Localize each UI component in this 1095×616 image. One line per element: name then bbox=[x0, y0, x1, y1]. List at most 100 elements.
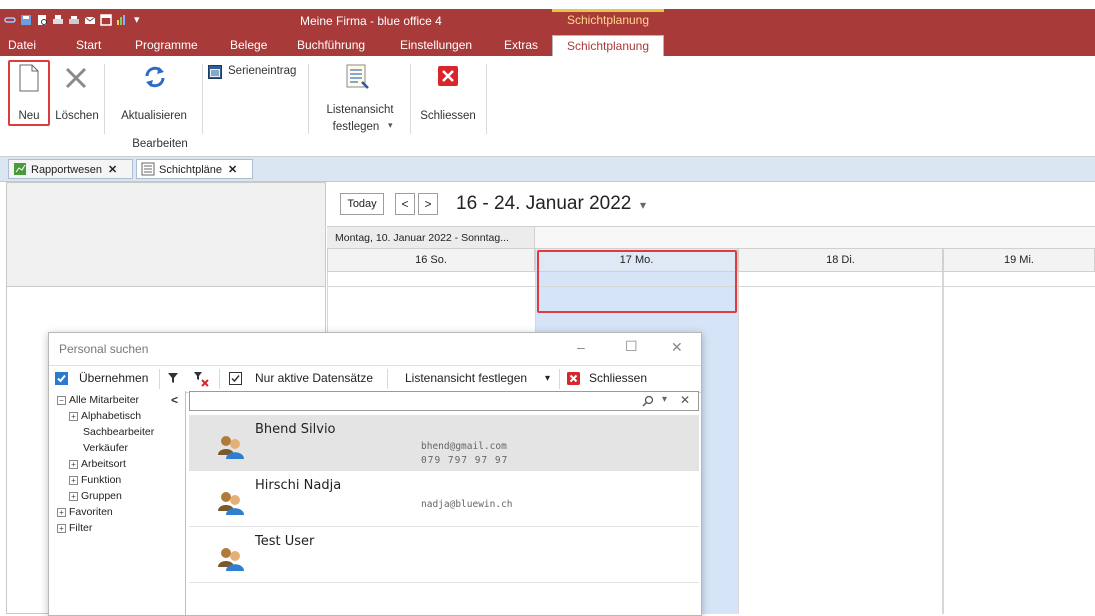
refresh-button-label: Aktualisieren bbox=[121, 110, 187, 122]
tab-extras[interactable]: Extras bbox=[504, 38, 538, 52]
category-tree: < − Alle Mitarbeiter + Alphabetisch Sachbe… bbox=[49, 391, 186, 615]
shift-plan-icon bbox=[141, 162, 155, 176]
toolbar-separator bbox=[559, 369, 560, 389]
ribbon-separator bbox=[308, 64, 309, 134]
tree-item-gruppen[interactable]: + Gruppen bbox=[69, 490, 122, 502]
dialog-close-button[interactable]: Schliessen bbox=[589, 371, 647, 385]
tree-item-alle-mitarbeiter[interactable]: − Alle Mitarbeiter bbox=[57, 394, 139, 406]
expand-icon[interactable]: + bbox=[69, 475, 78, 485]
close-button[interactable]: Schliessen bbox=[416, 62, 480, 128]
tab-einstellungen[interactable]: Einstellungen bbox=[400, 38, 472, 52]
list-view-button[interactable]: Listenansicht festlegen ▾ bbox=[318, 62, 402, 142]
tree-item-label: Gruppen bbox=[81, 490, 122, 502]
list-view-icon bbox=[346, 64, 369, 89]
series-entry-button[interactable]: Serieneintrag bbox=[208, 64, 304, 82]
collapse-icon[interactable]: − bbox=[57, 395, 66, 405]
tree-item-label: Funktion bbox=[81, 474, 122, 486]
tree-item-favoriten[interactable]: + Favoriten bbox=[57, 506, 113, 518]
doc-tab-schichtplaene[interactable]: Schichtpläne ✕ bbox=[136, 159, 253, 179]
tree-item-verkaeufer[interactable]: Verkäufer bbox=[83, 442, 128, 454]
tab-buchfuehrung[interactable]: Buchführung bbox=[297, 38, 365, 52]
print-setup-icon[interactable] bbox=[68, 14, 80, 26]
maximize-icon[interactable]: ☐ bbox=[625, 338, 638, 355]
tree-item-label: Alle Mitarbeiter bbox=[69, 394, 140, 406]
clear-filter-icon[interactable] bbox=[193, 371, 209, 387]
ribbon-separator bbox=[486, 64, 487, 134]
tree-item-arbeitsort[interactable]: + Arbeitsort bbox=[69, 458, 126, 470]
active-only-label[interactable]: Nur aktive Datensätze bbox=[255, 371, 373, 385]
close-icon[interactable]: ✕ bbox=[671, 339, 683, 356]
minimize-icon[interactable]: – bbox=[577, 339, 585, 355]
close-tab-icon[interactable]: ✕ bbox=[228, 164, 237, 176]
search-options-icon[interactable]: ▾ bbox=[662, 394, 667, 405]
period-band bbox=[535, 226, 1095, 248]
expand-icon[interactable]: + bbox=[69, 459, 78, 469]
tree-item-funktion[interactable]: + Funktion bbox=[69, 474, 121, 486]
tree-item-label: Favoriten bbox=[69, 506, 113, 518]
collapse-tree-button[interactable]: < bbox=[171, 393, 178, 407]
search-icon[interactable] bbox=[642, 395, 654, 407]
chevron-left-icon: < bbox=[401, 197, 409, 211]
link-icon[interactable] bbox=[4, 14, 16, 26]
toolbar-separator bbox=[387, 369, 388, 389]
tab-schichtplanung[interactable]: Schichtplanung bbox=[552, 35, 664, 56]
active-only-checkbox[interactable] bbox=[229, 372, 242, 385]
expand-icon[interactable]: + bbox=[69, 411, 78, 421]
chevron-down-icon[interactable]: ▾ bbox=[545, 373, 550, 384]
expand-icon[interactable]: + bbox=[57, 523, 66, 533]
filter-icon[interactable] bbox=[167, 372, 179, 384]
list-view-dropdown[interactable]: Listenansicht festlegen bbox=[405, 371, 527, 385]
window-icon[interactable] bbox=[100, 14, 112, 26]
expand-icon[interactable]: + bbox=[57, 507, 66, 517]
next-week-button[interactable]: > bbox=[418, 193, 438, 215]
delete-button[interactable]: Löschen bbox=[52, 62, 102, 128]
clear-search-icon[interactable]: ✕ bbox=[680, 393, 690, 407]
refresh-button[interactable]: Aktualisieren bbox=[114, 62, 194, 128]
day-column-19[interactable] bbox=[943, 272, 1095, 614]
day-header-16[interactable]: 16 So. bbox=[327, 248, 535, 272]
tree-item-alphabetisch[interactable]: + Alphabetisch bbox=[69, 410, 141, 422]
highlight-day-17 bbox=[537, 250, 737, 313]
doc-tab-rapportwesen[interactable]: Rapportwesen ✕ bbox=[8, 159, 133, 179]
result-email: nadja@bluewin.ch bbox=[421, 499, 513, 510]
tab-start[interactable]: Start bbox=[76, 38, 101, 52]
chevron-right-icon: > bbox=[424, 197, 432, 211]
prev-week-button[interactable]: < bbox=[395, 193, 415, 215]
close-tab-icon[interactable]: ✕ bbox=[108, 164, 117, 176]
tab-belege[interactable]: Belege bbox=[230, 38, 267, 52]
mail-icon[interactable] bbox=[84, 14, 96, 26]
tab-datei[interactable]: Datei bbox=[8, 38, 36, 52]
toolbar-separator bbox=[219, 369, 220, 389]
personal-search-dialog: Personal suchen – ☐ ✕ Übernehmen Nur akt… bbox=[48, 332, 702, 616]
doc-tab-rapportwesen-label: Rapportwesen bbox=[31, 164, 102, 176]
day-header-19[interactable]: 19 Mi. bbox=[943, 248, 1095, 272]
list-view-label-line2: festlegen bbox=[332, 121, 380, 133]
day-column-18[interactable] bbox=[738, 272, 943, 614]
expand-icon[interactable]: + bbox=[69, 491, 78, 501]
result-row[interactable]: Hirschi Nadja nadja@bluewin.ch bbox=[189, 471, 699, 527]
tree-item-sachbearbeiter[interactable]: Sachbearbeiter bbox=[83, 426, 154, 438]
chevron-down-icon[interactable]: ▾ bbox=[640, 198, 646, 212]
ribbon-separator bbox=[104, 64, 105, 134]
print-icon[interactable] bbox=[52, 14, 64, 26]
close-button-label: Schliessen bbox=[420, 110, 476, 122]
chart-icon[interactable] bbox=[116, 14, 128, 26]
qat-customize-icon[interactable]: ▾ bbox=[134, 13, 140, 26]
ribbon-tab-row: Datei Start Programme Belege Buchführung… bbox=[0, 35, 1095, 56]
dropdown-caret-icon: ▾ bbox=[388, 120, 393, 130]
document-tabs: Rapportwesen ✕ Schichtpläne ✕ bbox=[0, 157, 1095, 182]
result-row[interactable]: Test User bbox=[189, 527, 699, 583]
search-input[interactable]: ▾ ✕ bbox=[189, 391, 699, 411]
tree-item-label: Arbeitsort bbox=[81, 458, 126, 470]
apply-button[interactable]: Übernehmen bbox=[79, 371, 148, 385]
tab-programme[interactable]: Programme bbox=[135, 38, 198, 52]
day-header-18[interactable]: 18 Di. bbox=[738, 248, 943, 272]
save-icon[interactable] bbox=[20, 14, 32, 26]
date-range-label[interactable]: 16 - 24. Januar 2022 bbox=[456, 193, 631, 215]
today-button[interactable]: Today bbox=[340, 193, 384, 215]
context-tab-group-header: Schichtplanung bbox=[552, 9, 664, 32]
result-row[interactable]: Bhend Silvio bhend@gmail.com 079 797 97 … bbox=[189, 415, 699, 471]
close-red-x-icon bbox=[567, 372, 580, 385]
tree-item-filter[interactable]: + Filter bbox=[57, 522, 92, 534]
preview-icon[interactable] bbox=[36, 14, 48, 26]
